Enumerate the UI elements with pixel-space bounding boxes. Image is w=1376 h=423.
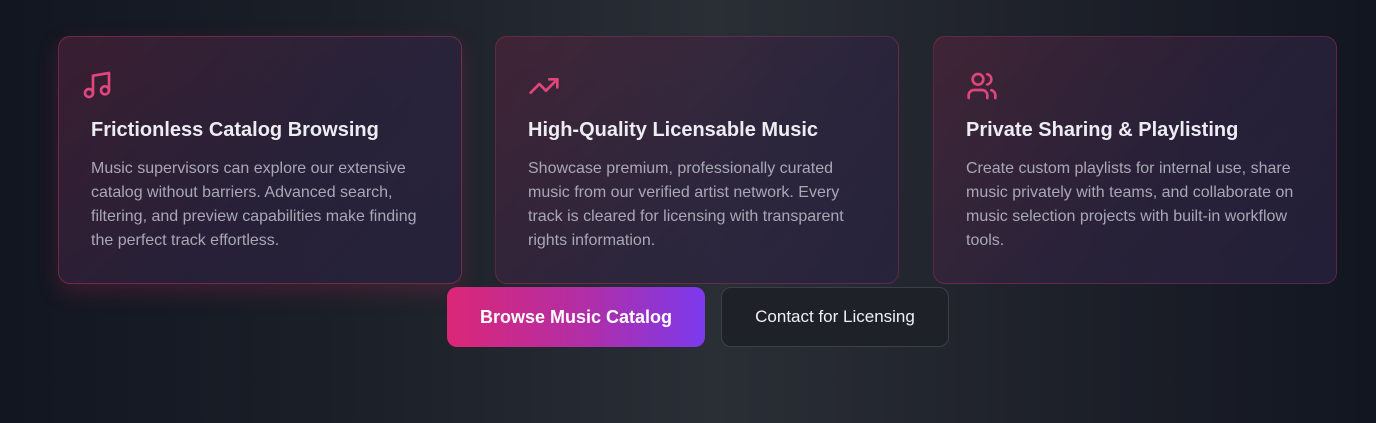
- feature-title: Frictionless Catalog Browsing: [91, 119, 379, 141]
- contact-licensing-button[interactable]: Contact for Licensing: [721, 287, 949, 347]
- feature-title: High-Quality Licensable Music: [528, 119, 819, 141]
- feature-description: Create custom playlists for internal use…: [966, 160, 1294, 249]
- music-note-icon: [81, 69, 113, 101]
- feature-description: Showcase premium, professionally curated…: [528, 160, 844, 249]
- users-icon: [966, 70, 998, 102]
- feature-description: Music supervisors can explore our extens…: [91, 160, 417, 249]
- feature-card-licensable-music: High-Quality Licensable Music Showcase p…: [495, 36, 899, 284]
- feature-card-private-sharing: Private Sharing & Playlisting Create cus…: [933, 36, 1337, 284]
- cta-actions: Browse Music Catalog Contact for Licensi…: [0, 287, 1376, 347]
- browse-catalog-button[interactable]: Browse Music Catalog: [447, 287, 705, 347]
- feature-cards: Frictionless Catalog Browsing Music supe…: [58, 36, 1338, 286]
- trending-up-icon: [528, 70, 560, 102]
- feature-card-catalog-browsing: Frictionless Catalog Browsing Music supe…: [58, 36, 462, 284]
- feature-title: Private Sharing & Playlisting: [966, 119, 1239, 141]
